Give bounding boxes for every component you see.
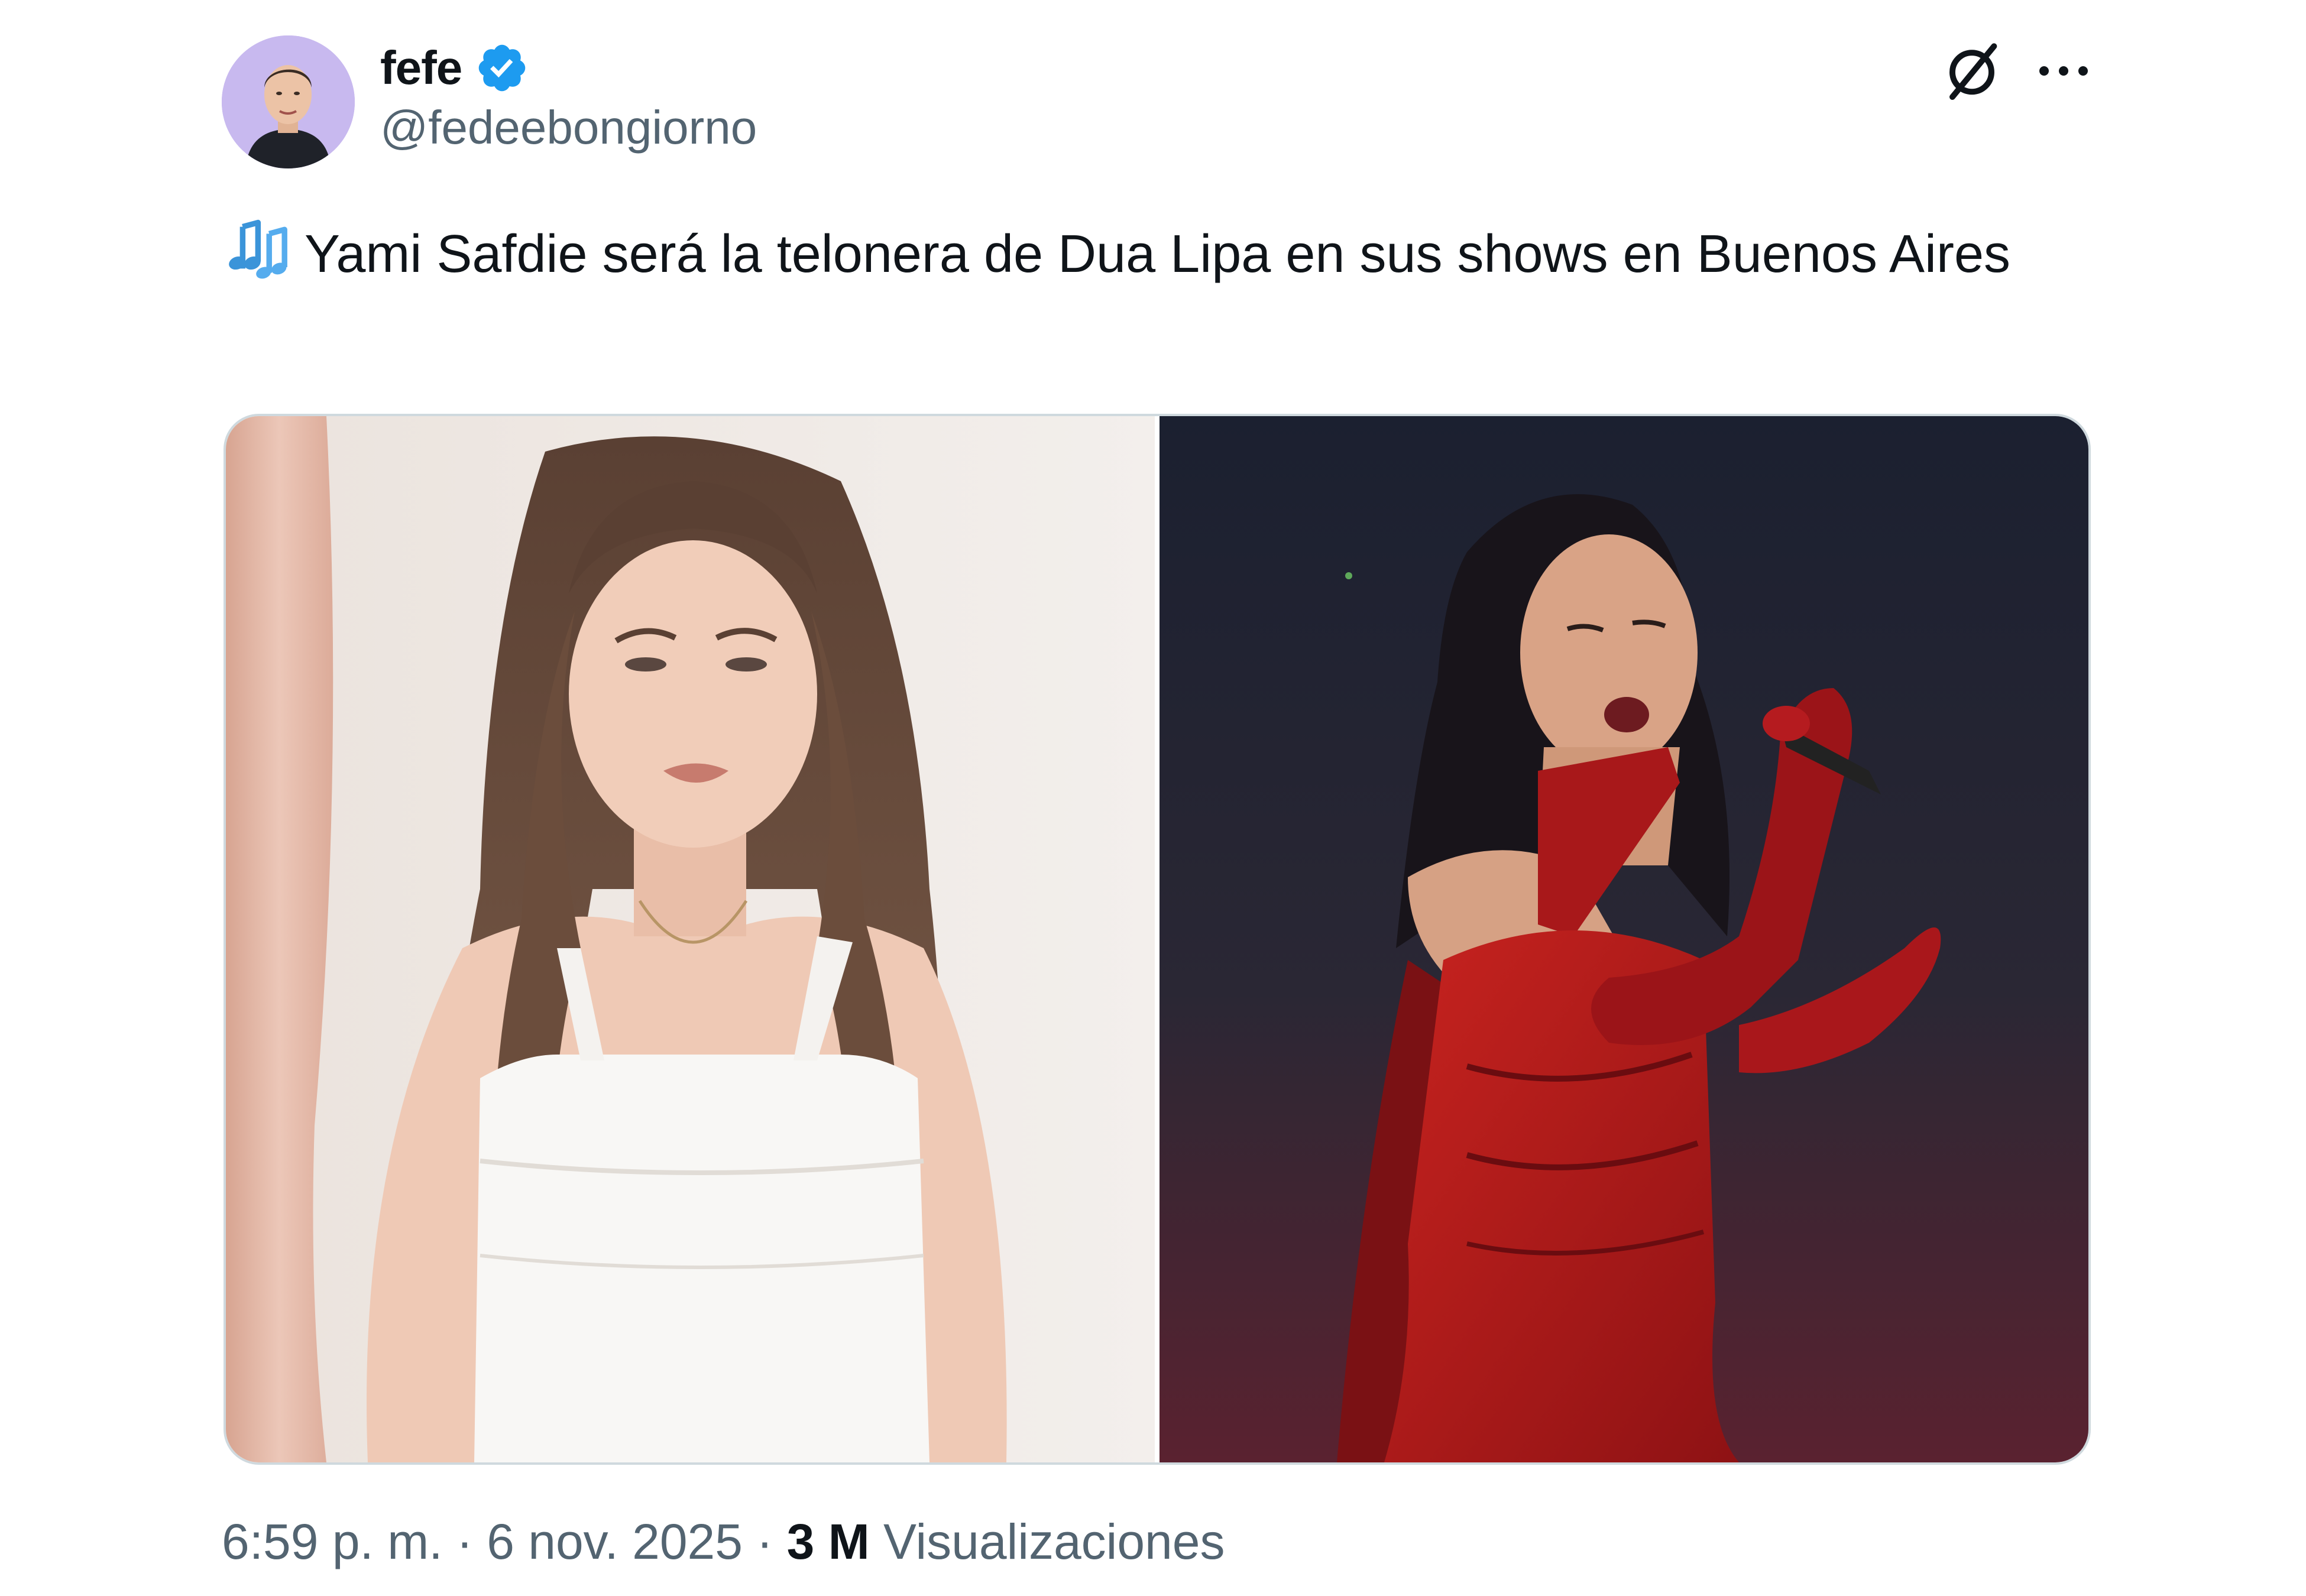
tweet-body: Yami Safdie será la telonera de Dua Lipa… bbox=[305, 225, 2011, 284]
more-options-button[interactable] bbox=[2031, 41, 2096, 100]
author-name-row[interactable]: fefe bbox=[380, 35, 529, 100]
tweet-date[interactable]: 6 nov. 2025 bbox=[487, 1513, 743, 1571]
author-name[interactable]: fefe bbox=[380, 41, 462, 95]
tweet-meta: 6:59 p. m. · 6 nov. 2025 · 3 M Visualiza… bbox=[222, 1513, 1225, 1571]
dua-lipa-photo[interactable] bbox=[1160, 416, 2088, 1462]
author-avatar[interactable] bbox=[222, 35, 355, 168]
more-icon bbox=[2039, 66, 2088, 76]
yami-safdie-photo[interactable] bbox=[226, 416, 1155, 1462]
author-handle[interactable]: @fedeebongiorno bbox=[380, 100, 757, 155]
verified-badge-icon bbox=[478, 44, 526, 92]
media-grid bbox=[224, 414, 2091, 1465]
meta-separator: · bbox=[442, 1514, 487, 1569]
views-count[interactable]: 3 M bbox=[787, 1513, 870, 1571]
tweet-text: Yami Safdie será la telonera de Dua Lipa… bbox=[222, 213, 2025, 294]
views-label: Visualizaciones bbox=[869, 1514, 1225, 1569]
meta-separator: · bbox=[742, 1514, 787, 1569]
grok-icon bbox=[1949, 43, 1997, 100]
avatar-photo bbox=[222, 35, 355, 168]
tweet-time[interactable]: 6:59 p. m. bbox=[222, 1513, 443, 1571]
musical-notes-icon bbox=[222, 213, 292, 283]
grok-button[interactable] bbox=[1939, 38, 2004, 103]
